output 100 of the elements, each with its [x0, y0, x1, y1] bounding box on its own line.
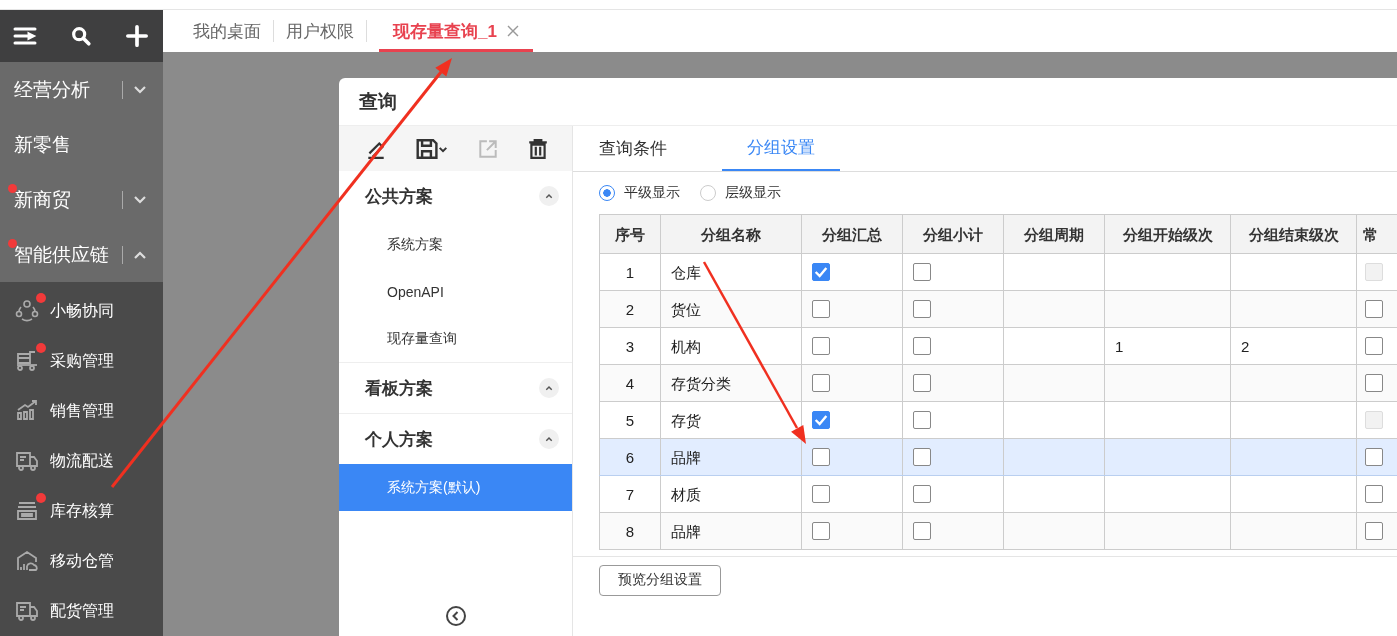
house-chart-icon [15, 549, 39, 573]
scheme-group-title: 看板方案 [365, 377, 433, 400]
table-cell: 仓库 [671, 263, 701, 281]
checkbox[interactable] [812, 411, 830, 429]
checkbox[interactable] [913, 485, 931, 503]
chevron-down-icon[interactable] [133, 194, 147, 205]
item-label: 物流配送 [50, 450, 114, 471]
checkbox[interactable] [812, 448, 830, 466]
checkbox[interactable] [913, 411, 931, 429]
table-cell: 8 [625, 522, 635, 540]
column-header: 分组开始级次 [1104, 214, 1231, 254]
menu-icon[interactable] [13, 25, 37, 47]
people-circle-icon [15, 299, 39, 323]
item-label: 销售管理 [50, 400, 114, 421]
page-tab[interactable]: 用户权限 [286, 10, 354, 52]
checkbox[interactable] [1365, 374, 1383, 392]
chart-icon [15, 399, 39, 423]
item-label: 采购管理 [50, 350, 114, 371]
scheme-item[interactable]: 系统方案 [339, 221, 572, 268]
table-cell: 品牌 [671, 522, 701, 540]
checkbox[interactable] [913, 300, 931, 318]
chevron-down-icon[interactable] [133, 84, 147, 95]
table-cell: 货位 [671, 300, 701, 318]
scheme-item[interactable]: 现存量查询 [339, 315, 572, 362]
item-label: 配货管理 [50, 600, 114, 621]
table-cell: 2 [625, 300, 635, 318]
table-cell: 品牌 [671, 448, 701, 466]
sidebar-item[interactable]: 采购管理 [0, 336, 163, 386]
preview-button[interactable]: 预览分组设置 [599, 565, 721, 596]
checkbox[interactable] [812, 300, 830, 318]
column-header: 分组周期 [1003, 214, 1105, 254]
item-label: 小畅协同 [50, 300, 114, 321]
table-cell: 材质 [671, 485, 701, 503]
chevron-up-icon[interactable] [539, 378, 559, 398]
table-cell: 4 [625, 374, 635, 392]
checkbox[interactable] [1365, 300, 1383, 318]
table-cell: 6 [625, 448, 635, 466]
scheme-item[interactable]: OpenAPI [339, 268, 572, 315]
group-label: 新商贸 [14, 187, 72, 212]
column-header: 分组结束级次 [1230, 214, 1357, 254]
scheme-group-title: 个人方案 [365, 428, 433, 451]
table-cell: 存货分类 [671, 374, 731, 392]
column-header: 常 [1356, 214, 1397, 254]
table-cell: 1 [625, 263, 635, 281]
close-icon[interactable] [506, 25, 519, 37]
tab-label: 我的桌面 [193, 20, 261, 43]
checkbox[interactable] [812, 374, 830, 392]
sidebar-item[interactable]: 移动仓管 [0, 536, 163, 586]
checkbox[interactable] [1365, 522, 1383, 540]
cart-icon [15, 349, 39, 373]
column-header: 分组汇总 [801, 214, 903, 254]
scheme-item[interactable]: 系统方案(默认) [339, 464, 572, 511]
checkbox[interactable] [913, 374, 931, 392]
sidebar-item[interactable]: 物流配送 [0, 436, 163, 486]
dialog-tab[interactable]: 分组设置 [722, 126, 840, 171]
sidebar-item[interactable]: 小畅协同 [0, 286, 163, 336]
checkbox[interactable] [913, 337, 931, 355]
item-label: 库存核算 [50, 500, 114, 521]
dialog-tab[interactable]: 查询条件 [599, 126, 692, 171]
sidebar-group[interactable]: 新商贸 [0, 172, 163, 227]
table-cell: 机构 [671, 337, 701, 355]
radio-button[interactable] [599, 185, 615, 201]
item-label: 移动仓管 [50, 550, 114, 571]
checkbox[interactable] [1365, 448, 1383, 466]
sidebar-group[interactable]: 智能供应链 [0, 227, 163, 282]
checkbox[interactable] [913, 522, 931, 540]
checkbox[interactable] [812, 337, 830, 355]
save-dropdown-icon[interactable] [415, 137, 449, 160]
sidebar-item[interactable]: 配货管理 [0, 586, 163, 636]
checkbox[interactable] [812, 522, 830, 540]
column-header: 序号 [599, 214, 661, 254]
table-cell: 7 [625, 485, 635, 503]
delete-icon[interactable] [527, 137, 549, 160]
sidebar-item[interactable]: 销售管理 [0, 386, 163, 436]
group-label: 新零售 [14, 132, 72, 157]
truck-icon [15, 599, 39, 623]
checkbox[interactable] [913, 263, 931, 281]
sidebar-group[interactable]: 经营分析 [0, 62, 163, 117]
search-icon[interactable] [69, 25, 93, 47]
checkbox[interactable] [1365, 337, 1383, 355]
collapse-icon[interactable] [444, 605, 467, 627]
checkbox[interactable] [1365, 485, 1383, 503]
group-label: 智能供应链 [14, 242, 110, 267]
add-icon[interactable] [125, 25, 149, 47]
sidebar-group[interactable]: 新零售 [0, 117, 163, 172]
chevron-up-icon[interactable] [539, 429, 559, 449]
page-tab[interactable]: 我的桌面 [193, 10, 261, 52]
scheme-group-title: 公共方案 [365, 185, 433, 208]
sidebar-item[interactable]: 库存核算 [0, 486, 163, 536]
radio-label: 平级显示 [624, 184, 680, 202]
table-cell: 3 [625, 337, 635, 355]
table-cell: 2 [1241, 337, 1250, 355]
checkbox[interactable] [913, 448, 931, 466]
checkbox[interactable] [812, 485, 830, 503]
truck-icon [15, 449, 39, 473]
chevron-up-icon[interactable] [539, 186, 559, 206]
chevron-up-icon[interactable] [133, 249, 147, 260]
checkbox[interactable] [812, 263, 830, 281]
tab-label: 用户权限 [286, 20, 354, 43]
table-cell: 5 [625, 411, 635, 429]
